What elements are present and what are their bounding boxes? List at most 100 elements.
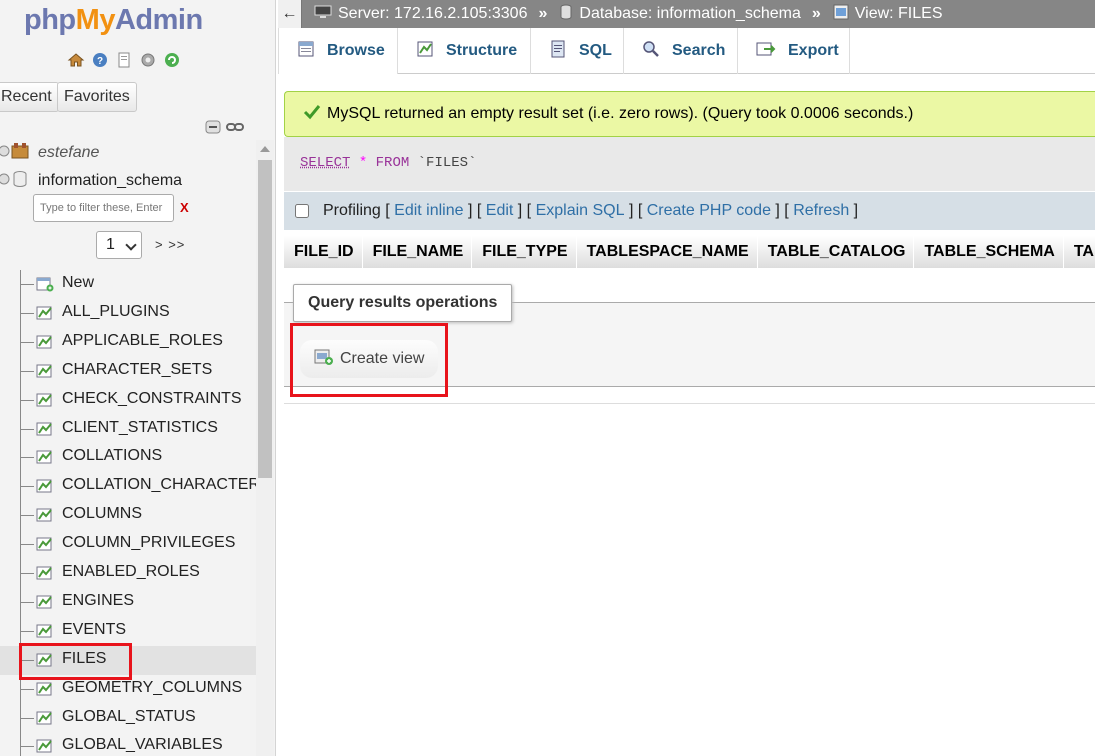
- table-name: ALL_PLUGINS: [62, 302, 170, 320]
- table-item-global-status[interactable]: GLOBAL_STATUS: [0, 704, 256, 733]
- tree-branch: [20, 341, 34, 343]
- chevron-down-icon: [125, 239, 137, 251]
- tree-branch: [20, 312, 34, 314]
- view-table-icon[interactable]: [36, 738, 54, 756]
- page-select[interactable]: 1: [96, 231, 142, 259]
- explain-sql-link[interactable]: Explain SQL: [536, 202, 625, 220]
- column-header-table-name[interactable]: TABLE_NAME: [1063, 236, 1095, 268]
- view-table-icon[interactable]: [36, 565, 54, 586]
- table-name: COLLATIONS: [62, 447, 163, 465]
- create-php-code-link[interactable]: Create PHP code: [647, 202, 771, 220]
- view-table-icon[interactable]: [36, 594, 54, 615]
- table-item-global-variables[interactable]: GLOBAL_VARIABLES: [0, 732, 256, 756]
- table-item-applicable-roles[interactable]: APPLICABLE_ROLES: [0, 328, 256, 357]
- sql-table-name: `FILES`: [417, 155, 477, 171]
- table-item-all-plugins[interactable]: ALL_PLUGINS: [0, 299, 256, 328]
- table-item-character-sets[interactable]: CHARACTER_SETS: [0, 357, 256, 386]
- view-table-icon[interactable]: [36, 507, 54, 528]
- tree-branch: [20, 717, 34, 719]
- table-item-events[interactable]: EVENTS: [0, 617, 256, 646]
- create-view-button[interactable]: Create view: [300, 340, 439, 378]
- view-table-icon[interactable]: [36, 421, 54, 442]
- tree-branch: [20, 399, 34, 401]
- table-item-check-constraints[interactable]: CHECK_CONSTRAINTS: [0, 386, 256, 415]
- breadcrumb-view[interactable]: View: FILES: [833, 4, 943, 25]
- new-table-icon[interactable]: [36, 276, 54, 297]
- tab-browse[interactable]: Browse: [278, 28, 398, 74]
- view-table-icon[interactable]: [36, 305, 54, 326]
- phpmyadmin-logo[interactable]: phpMyAdmin: [24, 4, 203, 37]
- db-information-schema[interactable]: information_schema: [0, 168, 182, 194]
- view-table-icon[interactable]: [36, 478, 54, 499]
- table-item-columns[interactable]: COLUMNS: [0, 501, 256, 530]
- view-table-icon[interactable]: [36, 334, 54, 355]
- tab-structure[interactable]: Structure: [398, 28, 531, 74]
- help-icon[interactable]: ?: [90, 50, 110, 70]
- table-name: GEOMETRY_COLUMNS: [62, 678, 243, 696]
- table-item-collation-character-set-applicability[interactable]: COLLATION_CHARACTER_SET_APPLICABILITY: [0, 472, 256, 501]
- column-header-table-schema[interactable]: TABLE_SCHEMA: [914, 236, 1064, 268]
- tab-export[interactable]: Export: [738, 28, 850, 74]
- tab-search[interactable]: Search: [624, 28, 738, 74]
- home-icon[interactable]: [66, 50, 86, 70]
- sidebar-scrollbar[interactable]: [256, 140, 274, 756]
- docs-icon[interactable]: [114, 50, 134, 70]
- breadcrumb-server[interactable]: Server: 172.16.2.105:3306: [314, 5, 527, 24]
- table-item-files[interactable]: FILES: [0, 645, 256, 675]
- scroll-thumb[interactable]: [258, 160, 272, 478]
- reload-icon[interactable]: [162, 50, 182, 70]
- back-arrow-icon[interactable]: ←: [278, 0, 302, 28]
- tree-branch: [20, 284, 34, 285]
- settings-icon[interactable]: [138, 50, 158, 70]
- db-estefane[interactable]: estefane: [0, 140, 99, 166]
- collapse-all-icon[interactable]: [204, 118, 222, 141]
- profiling-checkbox[interactable]: [295, 204, 309, 218]
- tree-branch: [20, 486, 34, 488]
- column-header-file-type[interactable]: FILE_TYPE: [472, 236, 577, 268]
- view-table-icon[interactable]: [36, 652, 54, 673]
- breadcrumb-separator: »: [811, 5, 821, 22]
- tab-sql[interactable]: SQL: [531, 28, 624, 74]
- table-item-client-statistics[interactable]: CLIENT_STATISTICS: [0, 415, 256, 444]
- view-table-icon[interactable]: [36, 363, 54, 384]
- table-item-collations[interactable]: COLLATIONS: [0, 443, 256, 472]
- view-table-icon[interactable]: [36, 623, 54, 644]
- view-table-icon[interactable]: [36, 449, 54, 470]
- tree-branch: [20, 659, 34, 661]
- favorites-tab[interactable]: Favorites: [57, 82, 137, 112]
- next-page-link[interactable]: > >>: [155, 237, 185, 252]
- scroll-up-icon[interactable]: [260, 146, 270, 152]
- view-icon: [833, 4, 849, 25]
- breadcrumb-database[interactable]: Database: information_schema: [559, 4, 801, 25]
- tree-branch: [20, 544, 34, 546]
- table-item-geometry-columns[interactable]: GEOMETRY_COLUMNS: [0, 675, 256, 704]
- table-item-column-privileges[interactable]: COLUMN_PRIVILEGES: [0, 530, 256, 559]
- table-name: GLOBAL_VARIABLES: [62, 736, 223, 754]
- table-name: ENGINES: [62, 591, 135, 609]
- table-item-engines[interactable]: ENGINES: [0, 588, 256, 617]
- new-table-item[interactable]: New: [0, 270, 256, 299]
- table-filter-input[interactable]: Type to filter these, Enter: [33, 194, 174, 222]
- refresh-link[interactable]: Refresh: [793, 202, 849, 220]
- clear-filter-icon[interactable]: X: [180, 200, 189, 215]
- edit-link[interactable]: Edit: [486, 202, 514, 220]
- column-header-table-catalog[interactable]: TABLE_CATALOG: [757, 236, 915, 268]
- tree-branch: [20, 457, 34, 459]
- view-table-icon[interactable]: [36, 536, 54, 557]
- column-header-tablespace-name[interactable]: TABLESPACE_NAME: [576, 236, 758, 268]
- column-header-file-id[interactable]: FILE_ID: [284, 236, 363, 268]
- view-table-icon[interactable]: [36, 681, 54, 702]
- table-item-enabled-roles[interactable]: ENABLED_ROLES: [0, 559, 256, 588]
- table-name: New: [62, 274, 95, 291]
- column-header-file-name[interactable]: FILE_NAME: [362, 236, 473, 268]
- recent-tab[interactable]: Recent: [0, 82, 59, 112]
- link-icon[interactable]: [226, 118, 244, 141]
- edit-inline-link[interactable]: Edit inline: [394, 202, 463, 220]
- view-table-icon[interactable]: [36, 392, 54, 413]
- view-table-icon[interactable]: [36, 710, 54, 731]
- table-name: GLOBAL_STATUS: [62, 707, 196, 725]
- tree-branch: [20, 630, 34, 632]
- sql-keyword-select[interactable]: SELECT: [300, 155, 350, 171]
- tree-controls: [204, 118, 244, 141]
- browse-icon: [297, 40, 315, 63]
